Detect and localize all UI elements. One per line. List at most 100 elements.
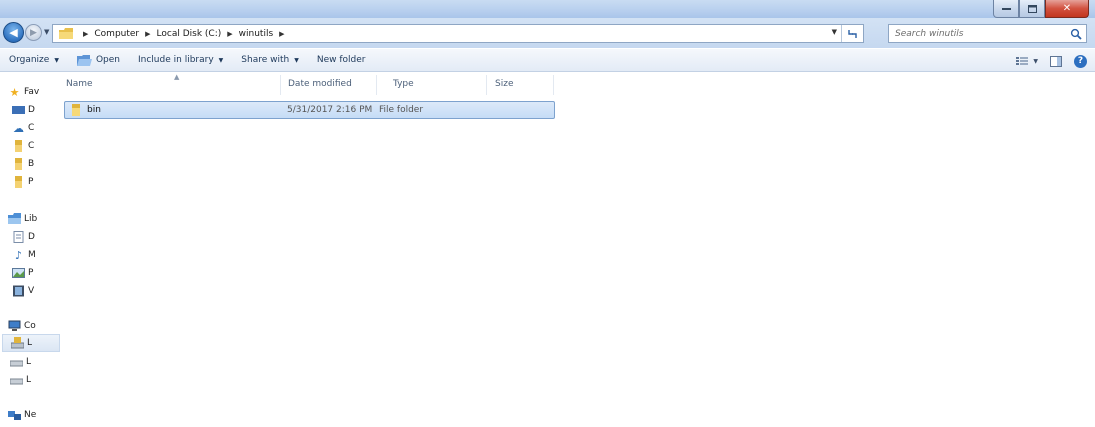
folder-icon: [15, 176, 22, 188]
preview-pane-button[interactable]: [1050, 55, 1062, 67]
breadcrumb-separator-icon[interactable]: ▶: [145, 30, 150, 38]
column-divider[interactable]: [553, 75, 554, 95]
new-folder-button[interactable]: New folder: [308, 48, 375, 72]
back-button[interactable]: ◀: [3, 22, 24, 43]
navigation-row: ◀ ▶ ▼ ▶ Computer ▶ Local Disk (C:) ▶ win…: [0, 18, 1095, 48]
breadcrumb-winutils[interactable]: winutils: [239, 29, 274, 39]
nav-drive-2[interactable]: L: [10, 353, 62, 371]
document-icon: [13, 231, 24, 243]
folder-icon: [72, 104, 80, 116]
breadcrumb-local-disk[interactable]: Local Disk (C:): [157, 29, 222, 39]
video-icon: [13, 285, 24, 297]
command-bar: Organize ▼ Open Include in library ▼ Sha…: [0, 48, 1095, 72]
maximize-icon: [1027, 4, 1037, 13]
desktop-icon: [12, 106, 25, 114]
computer-icon: [8, 320, 21, 331]
chevron-down-icon: ▼: [54, 56, 59, 64]
nav-favorites[interactable]: ★ Fav: [8, 83, 62, 101]
file-type: File folder: [379, 105, 424, 115]
chevron-down-icon: ▼: [1033, 57, 1038, 65]
open-label: Open: [95, 55, 120, 65]
address-bar[interactable]: ▶ Computer ▶ Local Disk (C:) ▶ winutils …: [52, 24, 864, 43]
search-box[interactable]: [888, 24, 1087, 43]
nav-folder-p[interactable]: P: [12, 173, 62, 191]
forward-button[interactable]: ▶: [25, 24, 42, 41]
column-divider[interactable]: [486, 75, 487, 95]
sort-arrow-icon: ▲: [174, 73, 180, 81]
column-date-modified[interactable]: Date modified: [288, 79, 352, 89]
minimize-icon: [1001, 7, 1011, 10]
recent-pages-dropdown[interactable]: ▼: [44, 28, 49, 36]
nav-pictures[interactable]: P: [12, 264, 62, 282]
breadcrumb-separator-icon[interactable]: ▶: [83, 30, 88, 38]
chevron-down-icon: ▼: [294, 56, 299, 64]
nav-computer[interactable]: Co: [8, 317, 62, 335]
local-disk-icon: [11, 337, 24, 349]
organize-label: Organize: [9, 55, 50, 65]
column-headers: ▲ Name Date modified Type Size: [62, 73, 1095, 95]
breadcrumb-computer[interactable]: Computer: [94, 29, 139, 39]
nav-network[interactable]: Ne: [8, 406, 62, 424]
address-history-dropdown[interactable]: ▼: [832, 28, 837, 36]
window-controls: ✕: [993, 0, 1089, 18]
help-icon[interactable]: ?: [1074, 54, 1087, 68]
organize-button[interactable]: Organize ▼: [0, 48, 68, 72]
forward-arrow-icon: ▶: [30, 27, 37, 38]
open-folder-icon: [76, 54, 92, 66]
column-size[interactable]: Size: [495, 79, 513, 89]
nav-folder-c[interactable]: C: [12, 137, 62, 155]
column-divider[interactable]: [376, 75, 377, 95]
nav-folder-b[interactable]: B: [12, 155, 62, 173]
maximize-button[interactable]: [1019, 0, 1045, 18]
file-row[interactable]: bin 5/31/2017 2:16 PM File folder: [64, 101, 555, 119]
folder-icon: [15, 140, 22, 152]
minimize-button[interactable]: [993, 0, 1019, 18]
preview-pane-icon: [1050, 55, 1062, 67]
open-button[interactable]: Open: [68, 48, 129, 72]
column-type[interactable]: Type: [393, 79, 414, 89]
nav-desktop[interactable]: D: [12, 101, 62, 119]
folder-icon: [59, 28, 73, 39]
drive-icon: [10, 378, 23, 385]
nav-documents[interactable]: D: [12, 228, 62, 246]
nav-cloud[interactable]: ☁ C: [12, 119, 62, 137]
nav-videos[interactable]: V: [12, 282, 62, 300]
drive-icon: [10, 360, 23, 367]
pictures-icon: [12, 268, 25, 278]
share-label: Share with: [241, 55, 290, 65]
file-name[interactable]: bin: [87, 105, 101, 115]
folder-icon: [15, 158, 22, 170]
nav-drive-3[interactable]: L: [10, 371, 62, 389]
search-input[interactable]: [895, 26, 1065, 41]
refresh-icon: [848, 29, 857, 38]
search-icon[interactable]: [1070, 28, 1082, 40]
back-arrow-icon: ◀: [9, 26, 18, 39]
chevron-down-icon: ▼: [218, 56, 224, 64]
view-list-icon: [1016, 57, 1029, 65]
cloud-icon: ☁: [13, 121, 24, 135]
navigation-pane: ★ Fav D ☁ C C B P Lib D ♪ M P V Co L L L…: [0, 73, 62, 427]
chevron-down-icon: ▼: [44, 28, 50, 36]
breadcrumb: ▶ Computer ▶ Local Disk (C:) ▶ winutils …: [77, 29, 291, 39]
column-divider[interactable]: [280, 75, 281, 95]
new-folder-label: New folder: [316, 55, 366, 65]
libraries-icon: [8, 213, 21, 224]
close-icon: ✕: [1062, 3, 1072, 14]
breadcrumb-separator-icon[interactable]: ▶: [227, 30, 232, 38]
column-name[interactable]: Name: [66, 79, 93, 89]
network-icon: [8, 411, 21, 420]
title-bar: ✕: [0, 0, 1095, 18]
include-label: Include in library: [138, 55, 214, 65]
star-icon: ★: [9, 85, 20, 99]
music-icon: ♪: [14, 248, 23, 262]
close-button[interactable]: ✕: [1045, 0, 1089, 18]
share-with-button[interactable]: Share with ▼: [232, 48, 308, 72]
include-in-library-button[interactable]: Include in library ▼: [129, 48, 232, 72]
change-view-button[interactable]: ▼: [1016, 56, 1038, 66]
breadcrumb-separator-icon[interactable]: ▶: [279, 30, 284, 38]
nav-libraries[interactable]: Lib: [8, 210, 62, 228]
nav-local-disk[interactable]: L: [2, 334, 60, 352]
refresh-button[interactable]: [841, 25, 863, 42]
file-date-modified: 5/31/2017 2:16 PM: [287, 105, 373, 115]
nav-music[interactable]: ♪ M: [12, 246, 62, 264]
